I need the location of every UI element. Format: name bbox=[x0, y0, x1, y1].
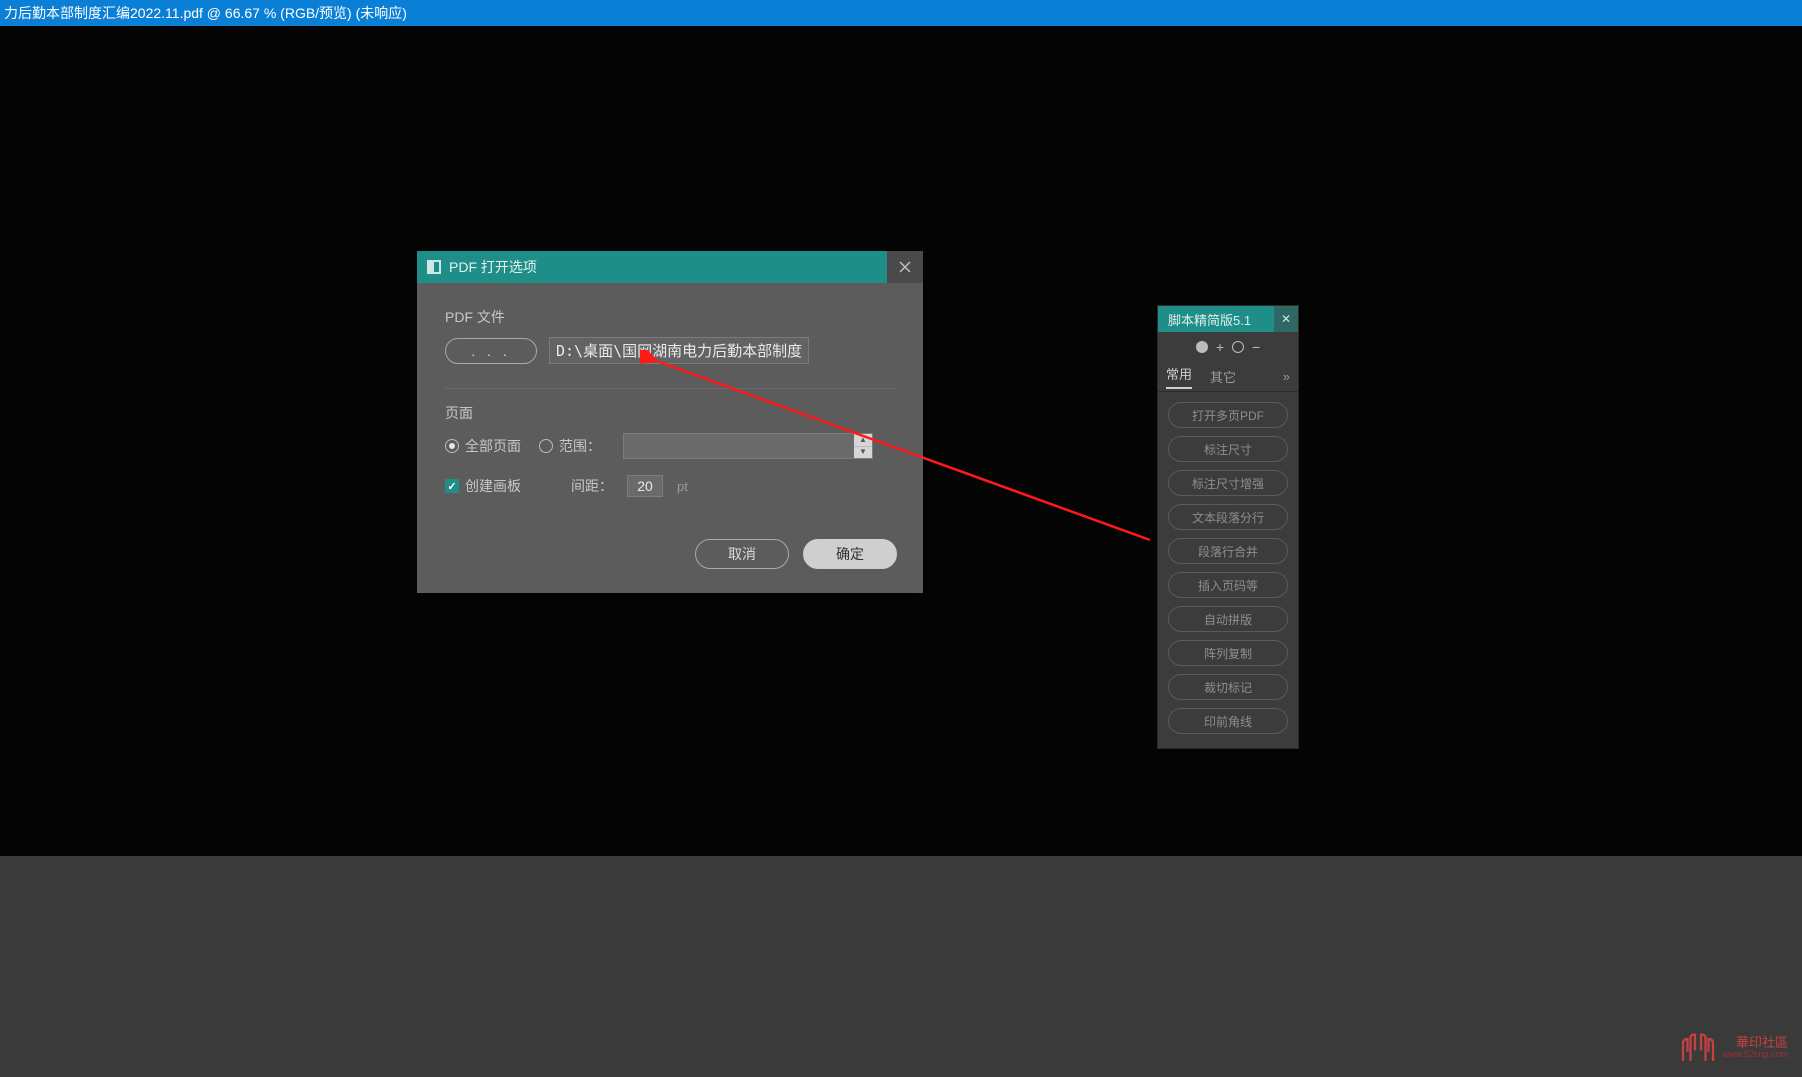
empty-circle-icon[interactable] bbox=[1232, 341, 1244, 353]
gap-label: 间距： bbox=[571, 476, 613, 496]
dialog-footer: 取消 确定 bbox=[417, 517, 923, 593]
window-title: 力后勤本部制度汇编2022.11.pdf @ 66.67 % (RGB/预览) … bbox=[4, 5, 407, 21]
script-auto-imposition[interactable]: 自动拼版 bbox=[1168, 606, 1288, 632]
gap-unit: pt bbox=[677, 479, 688, 494]
watermark-main: 華印社區 bbox=[1722, 1036, 1788, 1050]
script-dimension-label[interactable]: 标注尺寸 bbox=[1168, 436, 1288, 462]
panel-close-button[interactable]: ✕ bbox=[1274, 306, 1298, 332]
script-open-multipage-pdf[interactable]: 打开多页PDF bbox=[1168, 402, 1288, 428]
plus-icon: + bbox=[1216, 339, 1224, 355]
panel-script-list: 打开多页PDF 标注尺寸 标注尺寸增强 文本段落分行 段落行合并 插入页码等 自… bbox=[1158, 392, 1298, 748]
pdf-open-options-dialog: PDF 打开选项 PDF 文件 . . . D:\桌面\国网湖南电力后勤本部制度… bbox=[417, 251, 923, 593]
script-panel: 脚本精简版5.1 ✕ + − 常用 其它 » 打开多页PDF 标注尺寸 标注尺寸… bbox=[1157, 305, 1299, 749]
radio-icon bbox=[445, 439, 459, 453]
spinner-down-icon[interactable]: ▼ bbox=[854, 447, 872, 459]
radio-range-label: 范围： bbox=[559, 436, 601, 456]
panel-shape-row: + − bbox=[1158, 332, 1298, 362]
file-path-display: D:\桌面\国网湖南电力后勤本部制度 bbox=[549, 337, 809, 364]
script-prepress-corners[interactable]: 印前角线 bbox=[1168, 708, 1288, 734]
create-artboard-checkbox[interactable]: ✓ 创建画板 bbox=[445, 476, 521, 496]
watermark-logo: 華印社區 www.52cnp.com bbox=[1680, 1033, 1788, 1063]
script-insert-page-number[interactable]: 插入页码等 bbox=[1168, 572, 1288, 598]
pages-radio-row: 全部页面 范围： ▲ ▼ bbox=[445, 433, 895, 459]
close-icon bbox=[898, 260, 912, 274]
artboard-row: ✓ 创建画板 间距： 20 pt bbox=[445, 475, 895, 497]
script-array-copy[interactable]: 阵列复制 bbox=[1168, 640, 1288, 666]
pages-section-label: 页面 bbox=[445, 403, 895, 423]
radio-icon bbox=[539, 439, 553, 453]
panel-title: 脚本精简版5.1 bbox=[1168, 310, 1251, 329]
minus-icon: − bbox=[1252, 339, 1260, 355]
watermark-sub: www.52cnp.com bbox=[1722, 1050, 1788, 1060]
page-range-input[interactable]: ▲ ▼ bbox=[623, 433, 873, 459]
radio-all-pages[interactable]: 全部页面 bbox=[445, 436, 521, 456]
dialog-icon bbox=[427, 260, 441, 274]
dialog-close-button[interactable] bbox=[887, 251, 923, 283]
watermark-icon bbox=[1680, 1033, 1716, 1063]
ok-button[interactable]: 确定 bbox=[803, 539, 897, 569]
script-dimension-enhanced[interactable]: 标注尺寸增强 bbox=[1168, 470, 1288, 496]
browse-file-button[interactable]: . . . bbox=[445, 338, 537, 364]
spinner-up-icon[interactable]: ▲ bbox=[854, 434, 872, 447]
panel-header[interactable]: 脚本精简版5.1 ✕ bbox=[1158, 306, 1298, 332]
filled-circle-icon[interactable] bbox=[1196, 341, 1208, 353]
gap-input[interactable]: 20 bbox=[627, 475, 663, 497]
checkbox-checked-icon: ✓ bbox=[445, 479, 459, 493]
radio-all-label: 全部页面 bbox=[465, 436, 521, 456]
dialog-header[interactable]: PDF 打开选项 bbox=[417, 251, 923, 283]
radio-page-range[interactable]: 范围： bbox=[539, 436, 601, 456]
artboard-label: 创建画板 bbox=[465, 476, 521, 496]
tab-common[interactable]: 常用 bbox=[1166, 364, 1192, 389]
dialog-body: PDF 文件 . . . D:\桌面\国网湖南电力后勤本部制度 页面 全部页面 … bbox=[417, 283, 923, 517]
dialog-title: PDF 打开选项 bbox=[449, 257, 537, 277]
panel-tabs: 常用 其它 » bbox=[1158, 362, 1298, 392]
file-section-label: PDF 文件 bbox=[445, 307, 895, 327]
range-spinner[interactable]: ▲ ▼ bbox=[854, 434, 872, 458]
script-crop-marks[interactable]: 裁切标记 bbox=[1168, 674, 1288, 700]
script-text-paragraph-split[interactable]: 文本段落分行 bbox=[1168, 504, 1288, 530]
tab-more-icon[interactable]: » bbox=[1283, 369, 1290, 384]
tab-other[interactable]: 其它 bbox=[1210, 367, 1236, 386]
cancel-button[interactable]: 取消 bbox=[695, 539, 789, 569]
file-row: . . . D:\桌面\国网湖南电力后勤本部制度 bbox=[445, 337, 895, 364]
script-paragraph-merge[interactable]: 段落行合并 bbox=[1168, 538, 1288, 564]
window-titlebar: 力后勤本部制度汇编2022.11.pdf @ 66.67 % (RGB/预览) … bbox=[0, 0, 1802, 26]
pages-section: 页面 全部页面 范围： ▲ ▼ bbox=[445, 388, 895, 497]
bottom-panel-area bbox=[0, 856, 1802, 1077]
